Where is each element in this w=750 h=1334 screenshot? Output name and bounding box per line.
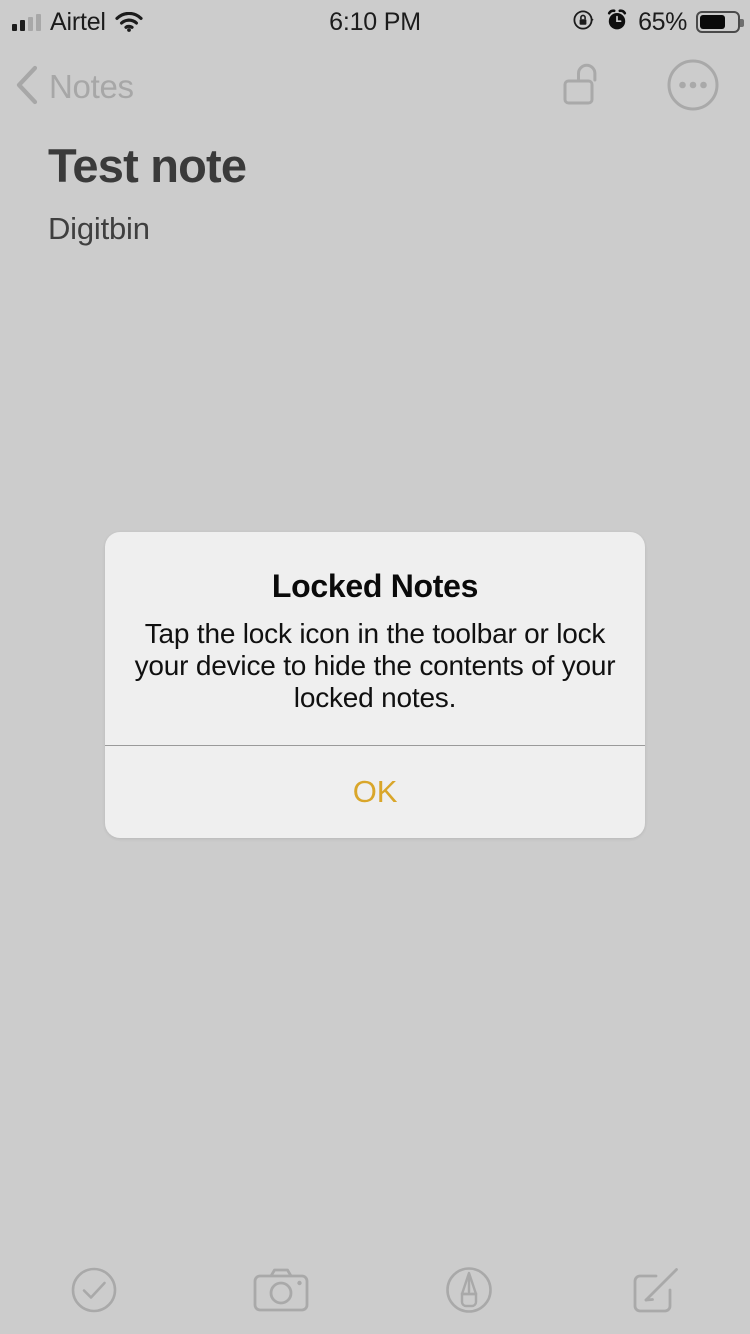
- battery-percent-label: 65%: [638, 7, 687, 36]
- alert-content: Locked Notes Tap the lock icon in the to…: [105, 532, 645, 745]
- alert-message: Tap the lock icon in the toolbar or lock…: [134, 618, 616, 714]
- unlocked-padlock-icon: [559, 57, 611, 118]
- compose-button[interactable]: [563, 1250, 750, 1334]
- status-bar-right: 65%: [572, 0, 744, 44]
- compose-icon: [630, 1264, 682, 1321]
- back-to-notes-button[interactable]: Notes: [14, 52, 134, 122]
- alert-title: Locked Notes: [271, 568, 479, 604]
- camera-icon: [253, 1267, 309, 1318]
- more-circle-icon: [665, 57, 721, 118]
- note-text-body[interactable]: Digitbin: [48, 211, 708, 247]
- alert-ok-button[interactable]: OK: [105, 746, 645, 838]
- checklist-circle-icon: [69, 1265, 119, 1320]
- alarm-clock-icon: [605, 8, 629, 37]
- more-options-button[interactable]: [661, 52, 725, 122]
- camera-button[interactable]: [188, 1250, 376, 1334]
- rotation-lock-icon: [572, 8, 596, 37]
- note-content-area[interactable]: Test note Digitbin: [48, 140, 708, 247]
- battery-icon: [696, 11, 744, 33]
- chevron-left-icon: [14, 64, 40, 111]
- note-title[interactable]: Test note: [48, 140, 708, 192]
- locked-notes-alert-dialog: Locked Notes Tap the lock icon in the to…: [105, 532, 645, 838]
- lock-note-button[interactable]: [553, 52, 617, 122]
- navigation-bar: Notes: [0, 52, 750, 122]
- status-bar: Airtel 6:10 PM 65%: [0, 0, 750, 44]
- bottom-toolbar: [0, 1250, 750, 1334]
- back-button-label: Notes: [49, 68, 134, 105]
- checklist-button[interactable]: [0, 1250, 188, 1334]
- notes-app-screen: Airtel 6:10 PM 65% Notes Test note Digit…: [0, 0, 750, 1334]
- markup-button[interactable]: [375, 1250, 563, 1334]
- markup-pen-circle-icon: [443, 1264, 495, 1321]
